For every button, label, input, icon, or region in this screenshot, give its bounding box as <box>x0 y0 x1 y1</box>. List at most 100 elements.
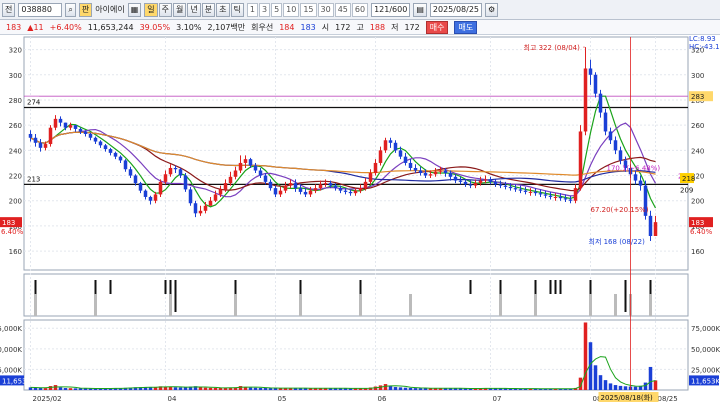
grid-icon[interactable]: ▦ <box>127 2 142 17</box>
volume-bar <box>268 388 273 390</box>
candle-body <box>478 180 483 184</box>
signal-bar-black <box>169 280 172 312</box>
volume-bar <box>588 342 593 390</box>
volume-bar <box>593 365 598 390</box>
minute-button[interactable]: 60 <box>351 2 369 17</box>
volume-bar <box>508 388 513 390</box>
count-field[interactable]: 121/600 <box>371 2 411 17</box>
candle-body <box>68 125 73 128</box>
volume-bar <box>578 377 583 390</box>
period-button[interactable]: 분 <box>201 2 216 17</box>
signal-bar-black <box>554 280 557 294</box>
candle-body <box>253 165 258 171</box>
candle-body <box>633 174 638 181</box>
volume-bar <box>443 388 448 390</box>
period-button[interactable]: 틱 <box>230 2 244 17</box>
calendar-icon[interactable]: ▤ <box>413 2 427 17</box>
volume-bar <box>568 388 573 390</box>
minute-button[interactable]: 10 <box>283 2 300 17</box>
period-button[interactable]: 초 <box>216 2 230 17</box>
price-tick-label: 220 <box>9 173 22 181</box>
search-icon[interactable]: ⌕ <box>65 2 76 17</box>
price-tick-label: 180 <box>9 223 22 231</box>
sell-button[interactable]: 매도 <box>454 20 478 34</box>
volume-bar <box>468 388 473 390</box>
ma-line-5 <box>30 95 657 209</box>
date-tick-label: 05 <box>278 395 287 403</box>
volume-bar <box>108 388 113 390</box>
period-button[interactable]: 주 <box>158 2 172 17</box>
price-tick-label: 200 <box>9 198 22 206</box>
signal-bar-grey <box>629 294 632 316</box>
quote-change-pct: +6.40% <box>49 22 82 32</box>
candle-body <box>268 181 273 189</box>
price-tick-label: 300 <box>9 72 22 80</box>
volume-bar <box>288 388 293 390</box>
volume-bar <box>438 388 443 390</box>
candle-body <box>143 190 148 197</box>
right-top-label-1: LC:8.93 <box>689 35 716 43</box>
date-field[interactable]: 2025/08/25 <box>429 2 482 17</box>
volume-bar <box>143 387 148 390</box>
volume-bar <box>628 386 633 390</box>
right-volume-tag: 11,653K <box>691 377 720 385</box>
minute-button[interactable]: 30 <box>317 2 334 17</box>
candle-body <box>378 150 383 163</box>
volume-bar <box>138 387 143 390</box>
candle-body <box>618 150 623 161</box>
volume-bar <box>418 388 423 390</box>
candle-body <box>228 176 233 184</box>
signal-bar-grey <box>649 294 652 316</box>
left-volume-tag: 11,653K <box>2 377 31 385</box>
volume-bar <box>178 387 183 390</box>
candle-body <box>198 210 203 214</box>
minute-button[interactable]: 1 <box>246 2 258 17</box>
volume-bar <box>518 388 523 390</box>
signal-bar-grey <box>409 294 412 316</box>
price-tick-label-right: 240 <box>691 147 704 155</box>
price-tick-label-right: 320 <box>691 47 704 55</box>
signal-bar-black <box>234 280 237 294</box>
period-button[interactable]: 년 <box>187 2 201 17</box>
candle-body <box>283 185 288 191</box>
volume-bar <box>483 388 488 390</box>
period-button[interactable]: 일 <box>144 2 158 17</box>
minute-button[interactable]: 45 <box>334 2 351 17</box>
period-button[interactable]: 월 <box>173 2 187 17</box>
candle-body <box>168 167 173 175</box>
quote-price: 183 <box>6 22 22 32</box>
volume-bar <box>248 387 253 390</box>
volume-bar <box>648 366 653 390</box>
candle-body <box>38 142 43 148</box>
candle-body <box>113 152 118 157</box>
candle-body <box>28 133 33 138</box>
candle-body <box>598 93 603 113</box>
stock-code-input[interactable]: 038880 <box>18 2 63 17</box>
candle-body <box>388 140 393 143</box>
volume-bar <box>403 387 408 390</box>
buy-button[interactable]: 매수 <box>425 20 449 34</box>
volume-bar <box>233 387 238 390</box>
minute-button[interactable]: 15 <box>300 2 317 17</box>
candle-body <box>593 74 598 94</box>
volume-bar <box>123 387 128 390</box>
volume-tick-label: 50,000K <box>0 346 22 354</box>
volume-bar <box>513 388 518 390</box>
signal-bar-black <box>624 280 627 312</box>
volume-bar <box>128 387 133 390</box>
minute-button[interactable]: 5 <box>271 2 283 17</box>
settings-icon[interactable]: ⚙ <box>485 2 499 17</box>
volume-ma-line <box>30 356 656 390</box>
panel-frame <box>23 36 689 271</box>
mode-button[interactable]: 전 <box>2 2 16 17</box>
volume-bar <box>458 388 463 390</box>
candle-body <box>508 186 513 189</box>
stock-chart[interactable]: 320 320300 300280 280260 260240 240220 220200 2… <box>0 0 720 404</box>
minute-button[interactable]: 3 <box>258 2 271 17</box>
candle-body <box>303 191 308 195</box>
candle-body <box>573 188 578 201</box>
signal-bar-black <box>109 280 112 294</box>
candle-body <box>288 183 293 186</box>
candle-body <box>258 170 263 176</box>
candle-body <box>63 122 68 128</box>
